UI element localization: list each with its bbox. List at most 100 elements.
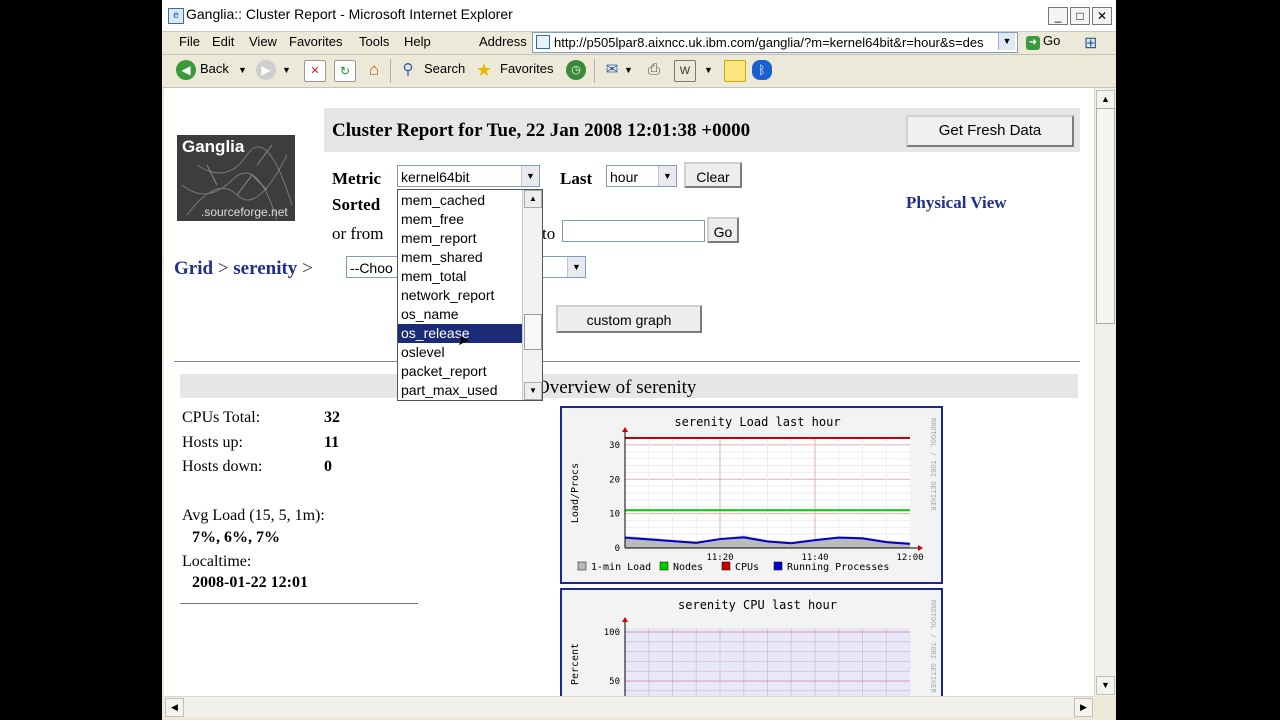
dropdown-option[interactable]: os_name <box>398 305 522 324</box>
address-bar[interactable]: http://p505lpar8.aixncc.uk.ibm.com/gangl… <box>532 32 1018 53</box>
scroll-right-icon[interactable]: ▶ <box>1074 698 1093 717</box>
page-icon <box>536 35 550 49</box>
rrdtool-credit: RRDTOOL / TOBI OETIKER <box>929 418 937 512</box>
menu-bar: File Edit View Favorites Tools Help Addr… <box>162 31 1116 55</box>
favorites-button[interactable]: Favorites <box>500 61 553 76</box>
forward-arrow-icon[interactable]: ▶ <box>256 60 276 80</box>
go-button[interactable]: Go <box>707 217 739 243</box>
title-bar: e Ganglia:: Cluster Report - Microsoft I… <box>162 0 1116 32</box>
avg-load-value: 7%, 6%, 7% <box>192 529 280 546</box>
cpu-graph[interactable]: serenity CPU last hour Percent RRDTOOL / T… <box>560 588 943 696</box>
mail-icon[interactable]: ✉ <box>602 60 622 80</box>
dropdown-option[interactable]: part_max_used <box>398 381 522 400</box>
refresh-icon[interactable]: ↻ <box>334 60 356 82</box>
search-button[interactable]: Search <box>424 61 465 76</box>
ie-icon: e <box>168 8 184 24</box>
menu-view[interactable]: View <box>249 34 277 49</box>
menu-help[interactable]: Help <box>404 34 431 49</box>
dropdown-option[interactable]: mem_report <box>398 229 522 248</box>
divider <box>174 361 1080 362</box>
hosts-up-value: 11 <box>324 434 340 451</box>
window-corner <box>1094 696 1116 720</box>
dropdown-option[interactable]: mem_free <box>398 210 522 229</box>
scroll-down-icon[interactable]: ▼ <box>1096 676 1115 695</box>
to-date-input[interactable] <box>562 220 705 242</box>
physical-view-link[interactable]: Physical View <box>906 193 1007 213</box>
breadcrumb: Grid > serenity > <box>174 258 313 280</box>
page-content: Ganglia .sourceforge.net Cluster Report … <box>164 88 1094 696</box>
edit-icon[interactable]: W <box>674 60 696 82</box>
back-arrow-icon[interactable]: ◀ <box>176 60 196 80</box>
address-url: http://p505lpar8.aixncc.uk.ibm.com/gangl… <box>554 35 984 50</box>
stop-icon[interactable]: ✕ <box>304 60 326 82</box>
address-dropdown-icon[interactable]: ▼ <box>998 33 1015 50</box>
minimize-button[interactable]: _ <box>1048 7 1068 25</box>
menu-favorites[interactable]: Favorites <box>289 34 342 49</box>
clear-button[interactable]: Clear <box>684 162 742 188</box>
chevron-down-icon[interactable]: ▼ <box>658 166 676 186</box>
home-icon[interactable]: ⌂ <box>364 60 384 80</box>
toolbar: ◀ Back ▼ ▶ ▼ ✕ ↻ ⌂ ⚲ Search ★ Favorites … <box>162 55 1116 88</box>
scroll-left-icon[interactable]: ◀ <box>165 698 184 717</box>
dropdown-option[interactable]: packet_report <box>398 362 522 381</box>
load-graph[interactable]: serenity Load last hour Load/Procs RRDTOOL… <box>560 406 943 584</box>
dropdown-scrollbar[interactable]: ▲ ▼ <box>522 190 542 400</box>
scroll-down-icon[interactable]: ▼ <box>524 382 542 400</box>
close-button[interactable]: ✕ <box>1092 7 1112 25</box>
get-fresh-data-button[interactable]: Get Fresh Data <box>906 115 1074 147</box>
forward-dropdown-icon[interactable]: ▼ <box>282 65 291 75</box>
breadcrumb-separator: > <box>297 258 313 279</box>
breadcrumb-cluster[interactable]: serenity <box>233 258 297 279</box>
chevron-down-icon[interactable]: ▼ <box>521 166 539 186</box>
x-axis-arrow <box>918 545 923 551</box>
page-title: Cluster Report for Tue, 22 Jan 2008 12:0… <box>332 120 751 141</box>
discuss-icon[interactable] <box>724 60 746 82</box>
custom-graph-button[interactable]: custom graph <box>556 305 702 333</box>
overview-title: Overview of serenity <box>536 377 697 398</box>
dropdown-option[interactable]: mem_shared <box>398 248 522 267</box>
address-go-button[interactable]: ➜ Go <box>1026 33 1060 50</box>
metric-dropdown-list[interactable]: ▲ ▼ mem_cached mem_free mem_report mem_shar… <box>397 189 543 401</box>
hosts-down-label: Hosts down: <box>182 458 263 475</box>
metric-select[interactable]: kernel64bit ▼ <box>397 165 540 187</box>
search-icon[interactable]: ⚲ <box>398 60 418 80</box>
dropdown-option[interactable]: mem_total <box>398 267 522 286</box>
bluetooth-icon[interactable]: ᛒ <box>752 60 772 80</box>
y-tick-label: 30 <box>609 441 620 451</box>
y-axis-arrow <box>622 617 628 622</box>
localtime-value: 2008-01-22 12:01 <box>192 574 308 591</box>
favorites-star-icon[interactable]: ★ <box>474 60 494 80</box>
mail-dropdown-icon[interactable]: ▼ <box>624 65 633 75</box>
menu-file[interactable]: File <box>179 34 200 49</box>
scroll-up-icon[interactable]: ▲ <box>524 190 542 208</box>
horizontal-scrollbar[interactable]: ◀ ▶ <box>164 696 1094 717</box>
y-tick-label: 0 <box>615 544 620 554</box>
history-icon[interactable]: ◷ <box>566 60 586 80</box>
legend-label: CPUs <box>735 562 759 573</box>
print-icon[interactable]: ⎙ <box>644 60 664 80</box>
back-dropdown-icon[interactable]: ▼ <box>238 65 247 75</box>
menu-edit[interactable]: Edit <box>212 34 234 49</box>
metric-label: Metric <box>332 169 382 188</box>
breadcrumb-grid[interactable]: Grid <box>174 258 213 279</box>
hosts-up-label: Hosts up: <box>182 434 243 451</box>
chart-title: serenity CPU last hour <box>678 598 837 612</box>
y-axis-label: Load/Procs <box>570 463 581 523</box>
dropdown-option[interactable]: network_report <box>398 286 522 305</box>
chevron-down-icon[interactable]: ▼ <box>567 257 585 277</box>
maximize-button[interactable]: □ <box>1070 7 1090 25</box>
scroll-thumb[interactable] <box>1096 108 1115 324</box>
logo-subtext: .sourceforge.net <box>201 205 288 219</box>
scroll-thumb[interactable] <box>524 314 542 350</box>
range-select[interactable]: hour ▼ <box>606 165 677 187</box>
vertical-scrollbar[interactable]: ▲ ▼ <box>1094 88 1115 696</box>
windows-logo-icon: ⊞ <box>1084 35 1098 52</box>
back-button[interactable]: Back <box>200 61 229 76</box>
scroll-up-icon[interactable]: ▲ <box>1096 90 1115 109</box>
breadcrumb-separator: > <box>213 258 234 279</box>
edit-dropdown-icon[interactable]: ▼ <box>704 65 713 75</box>
menu-tools[interactable]: Tools <box>359 34 389 49</box>
dropdown-option[interactable]: mem_cached <box>398 191 522 210</box>
toolbar-separator <box>390 59 391 83</box>
sorted-label: Sorted <box>332 195 381 214</box>
